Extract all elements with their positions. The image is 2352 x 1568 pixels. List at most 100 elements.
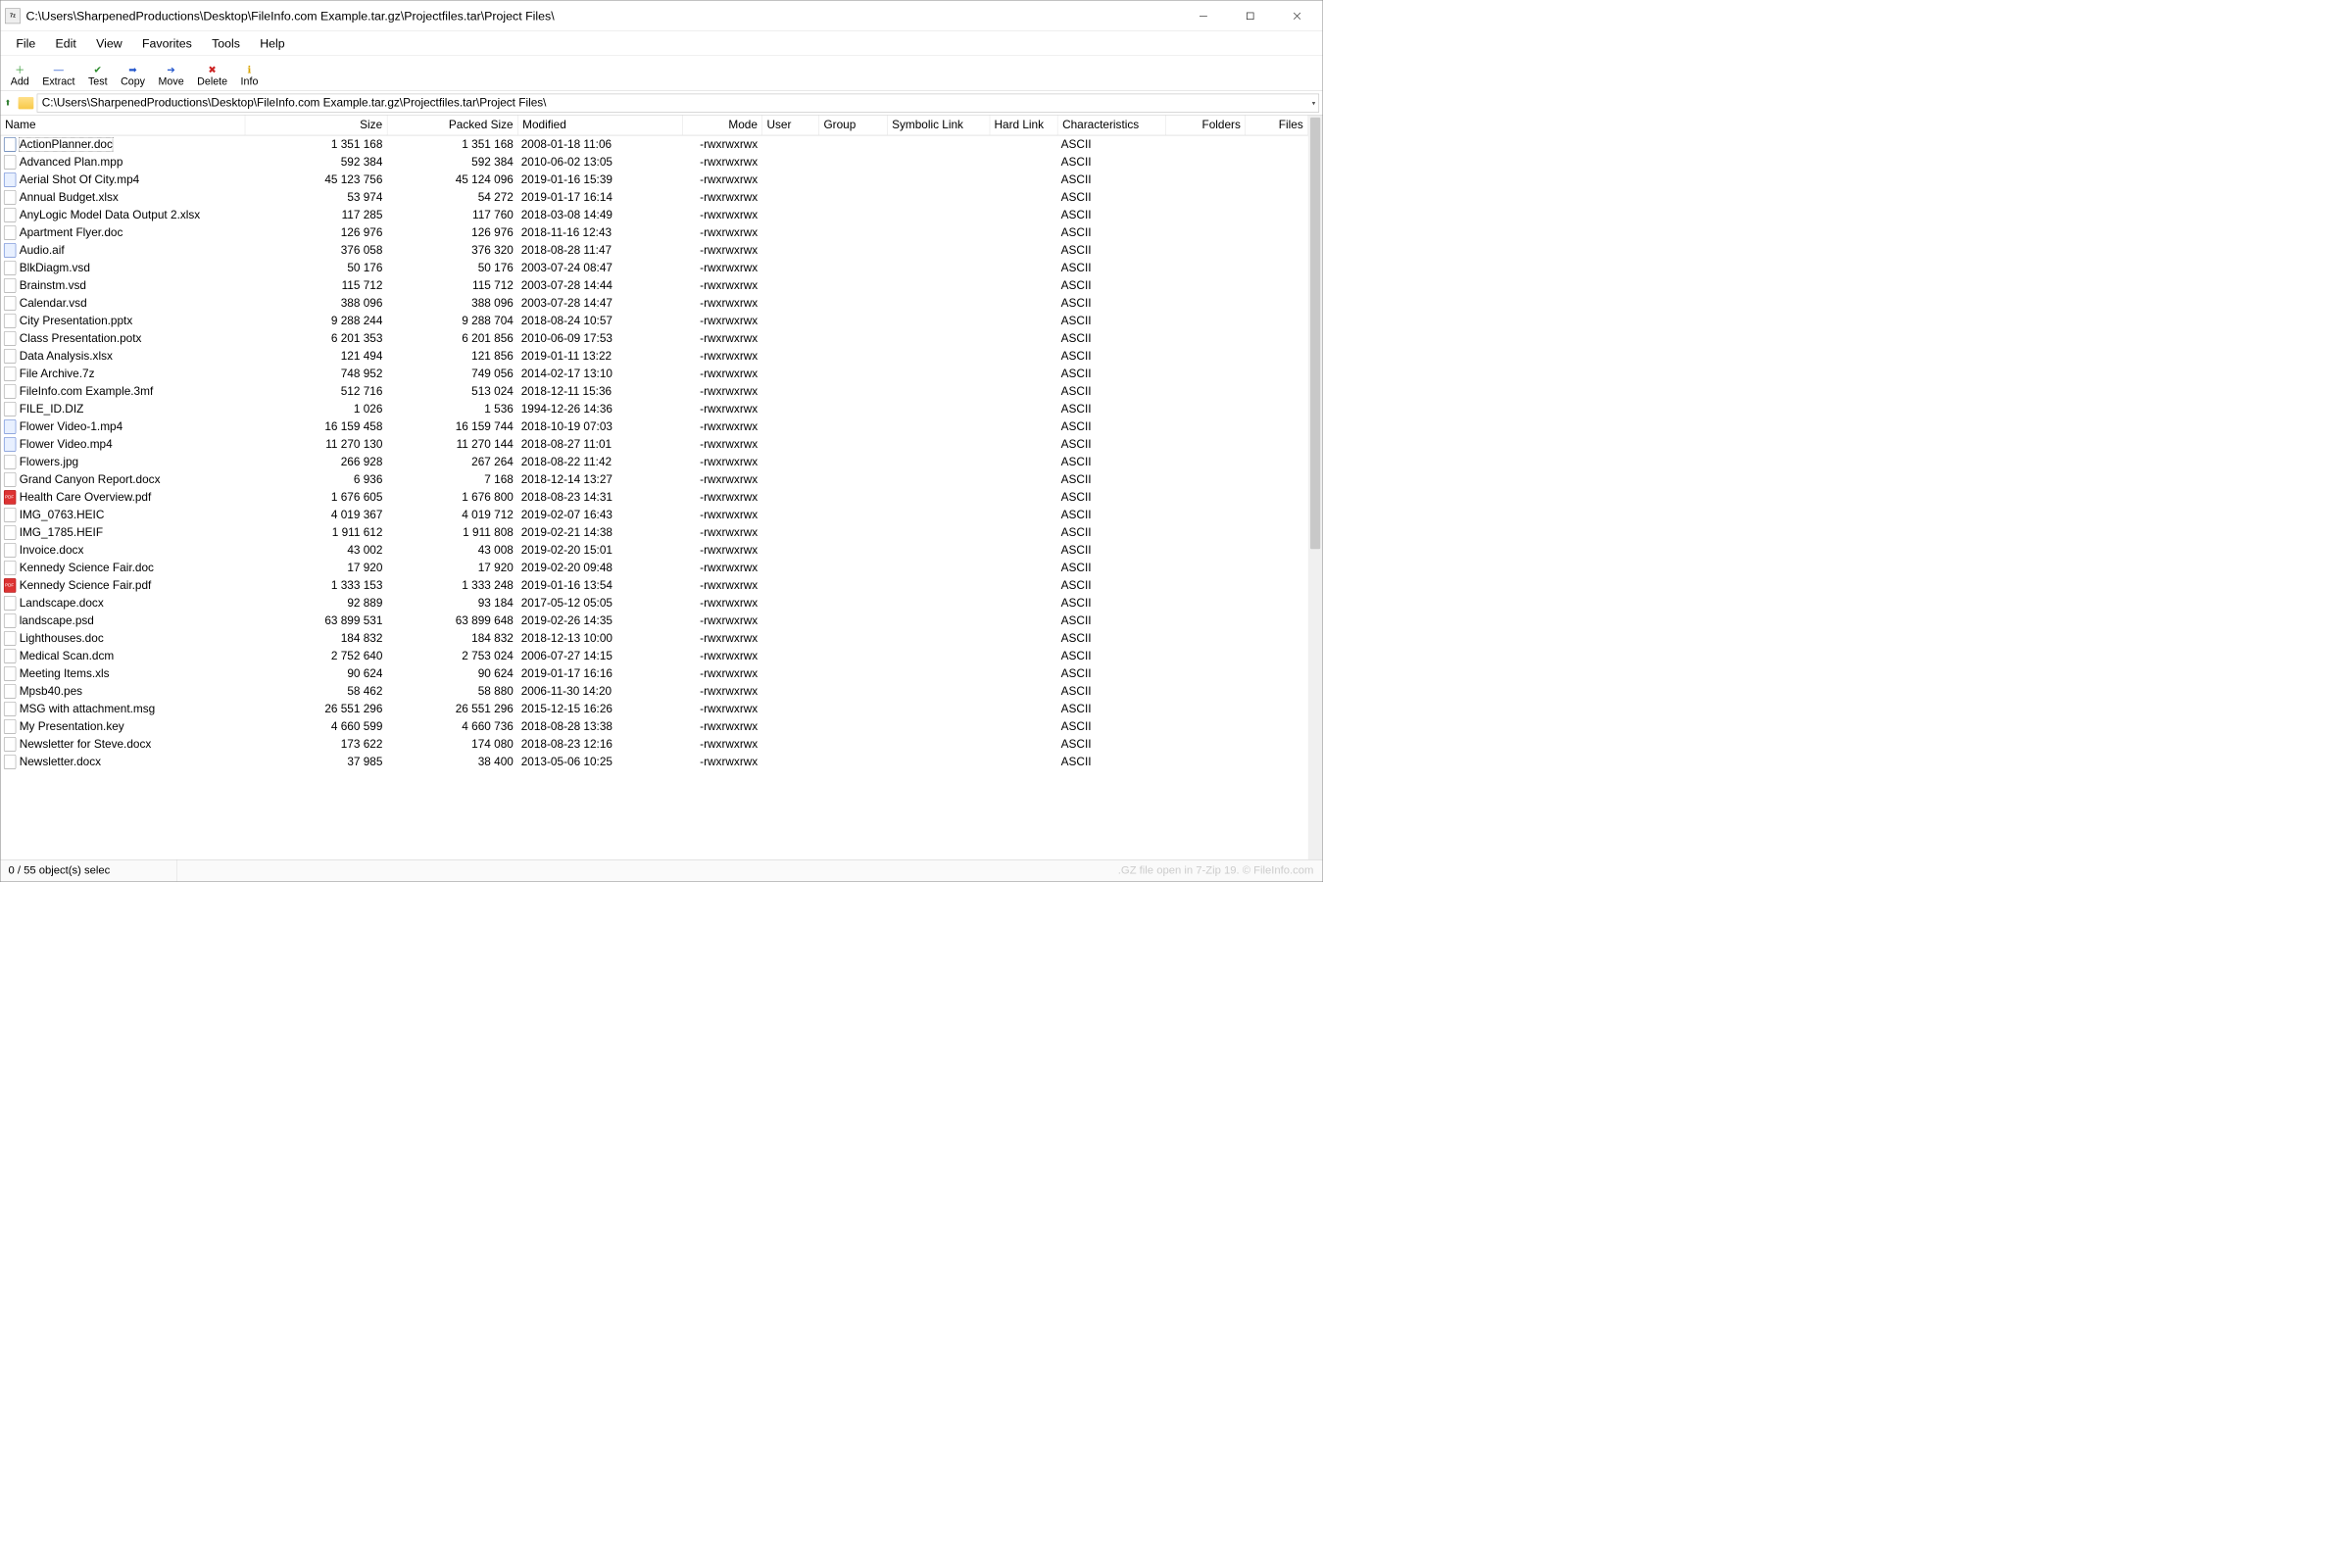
column-header-group[interactable]: Group — [819, 116, 888, 136]
scrollbar-thumb[interactable] — [1310, 118, 1320, 549]
column-header-user[interactable]: User — [762, 116, 819, 136]
file-row[interactable]: MSG with attachment.msg26 551 29626 551 … — [1, 700, 1308, 717]
file-row[interactable]: Brainstm.vsd115 712115 7122003-07-28 14:… — [1, 276, 1308, 294]
cell-characteristics: ASCII — [1057, 664, 1165, 682]
file-row[interactable]: Mpsb40.pes58 46258 8802006-11-30 14:20-r… — [1, 682, 1308, 700]
file-icon — [4, 455, 16, 469]
column-header-files[interactable]: Files — [1246, 116, 1308, 136]
cell-mode: -rwxrwxrwx — [683, 453, 762, 470]
menu-view[interactable]: View — [86, 32, 132, 53]
cell-group — [819, 382, 888, 400]
file-row[interactable]: ActionPlanner.doc1 351 1681 351 1682008-… — [1, 135, 1308, 153]
path-input[interactable]: C:\Users\SharpenedProductions\Desktop\Fi… — [37, 93, 1319, 112]
column-header-mode[interactable]: Mode — [683, 116, 762, 136]
file-row[interactable]: BlkDiagm.vsd50 17650 1762003-07-24 08:47… — [1, 259, 1308, 276]
chevron-down-icon[interactable]: ▾ — [1312, 99, 1315, 107]
file-row[interactable]: Apartment Flyer.doc126 976126 9762018-11… — [1, 223, 1308, 241]
file-row[interactable]: Meeting Items.xls90 62490 6242019-01-17 … — [1, 664, 1308, 682]
cell-symbolic-link — [887, 241, 989, 259]
file-row[interactable]: Advanced Plan.mpp592 384592 3842010-06-0… — [1, 153, 1308, 171]
menu-help[interactable]: Help — [250, 32, 295, 53]
toolbar-test-button[interactable]: ✔Test — [81, 62, 114, 89]
column-header-characteristics[interactable]: Characteristics — [1057, 116, 1165, 136]
file-row[interactable]: Kennedy Science Fair.pdf1 333 1531 333 2… — [1, 576, 1308, 594]
cell-characteristics: ASCII — [1057, 753, 1165, 770]
file-row[interactable]: Annual Budget.xlsx53 97454 2722019-01-17… — [1, 188, 1308, 206]
file-row[interactable]: Class Presentation.potx6 201 3536 201 85… — [1, 329, 1308, 347]
column-header-folders[interactable]: Folders — [1165, 116, 1245, 136]
cell-mode: -rwxrwxrwx — [683, 241, 762, 259]
file-name: FILE_ID.DIZ — [20, 403, 84, 416]
toolbar-info-button[interactable]: ℹInfo — [234, 62, 265, 89]
cell-size: 92 889 — [245, 594, 387, 612]
toolbar-move-button[interactable]: ➔Move — [152, 62, 191, 89]
file-row[interactable]: My Presentation.key4 660 5994 660 736201… — [1, 717, 1308, 735]
file-row[interactable]: Newsletter.docx37 98538 4002013-05-06 10… — [1, 753, 1308, 770]
menu-file[interactable]: File — [6, 32, 45, 53]
column-header-packed-size[interactable]: Packed Size — [387, 116, 517, 136]
file-row[interactable]: Grand Canyon Report.docx6 9367 1682018-1… — [1, 470, 1308, 488]
file-row[interactable]: File Archive.7z748 952749 0562014-02-17 … — [1, 365, 1308, 382]
cell-folders — [1165, 294, 1245, 312]
column-header-hard-link[interactable]: Hard Link — [990, 116, 1058, 136]
file-row[interactable]: Audio.aif376 058376 3202018-08-28 11:47-… — [1, 241, 1308, 259]
cell-packed-size: 58 880 — [387, 682, 517, 700]
cell-folders — [1165, 276, 1245, 294]
toolbar-delete-button[interactable]: ✖Delete — [190, 62, 233, 89]
file-row[interactable]: Landscape.docx92 88993 1842017-05-12 05:… — [1, 594, 1308, 612]
cell-files — [1246, 241, 1308, 259]
cell-folders — [1165, 700, 1245, 717]
menu-tools[interactable]: Tools — [202, 32, 250, 53]
column-header-modified[interactable]: Modified — [517, 116, 682, 136]
toolbar-add-button[interactable]: ＋Add — [4, 62, 36, 89]
file-row[interactable]: Calendar.vsd388 096388 0962003-07-28 14:… — [1, 294, 1308, 312]
file-name: Flower Video-1.mp4 — [20, 420, 122, 434]
column-header-size[interactable]: Size — [245, 116, 387, 136]
file-row[interactable]: Newsletter for Steve.docx173 622174 0802… — [1, 735, 1308, 753]
file-icon — [4, 684, 16, 699]
toolbar-extract-button[interactable]: —Extract — [35, 62, 81, 89]
file-row[interactable]: Lighthouses.doc184 832184 8322018-12-13 … — [1, 629, 1308, 647]
path-text: C:\Users\SharpenedProductions\Desktop\Fi… — [42, 96, 547, 110]
toolbar-copy-button[interactable]: ➡Copy — [114, 62, 151, 89]
file-row[interactable]: Health Care Overview.pdf1 676 6051 676 8… — [1, 488, 1308, 506]
menu-edit[interactable]: Edit — [45, 32, 86, 53]
column-header-symbolic-link[interactable]: Symbolic Link — [887, 116, 989, 136]
file-row[interactable]: IMG_0763.HEIC4 019 3674 019 7122019-02-0… — [1, 506, 1308, 523]
file-row[interactable]: Flower Video-1.mp416 159 45816 159 74420… — [1, 417, 1308, 435]
file-icon — [4, 596, 16, 611]
cell-packed-size: 115 712 — [387, 276, 517, 294]
file-row[interactable]: Invoice.docx43 00243 0082019-02-20 15:01… — [1, 541, 1308, 559]
cell-modified: 2018-11-16 12:43 — [517, 223, 682, 241]
file-name: Newsletter.docx — [20, 756, 101, 769]
cell-symbolic-link — [887, 294, 989, 312]
cell-hard-link — [990, 523, 1058, 541]
vertical-scrollbar[interactable] — [1308, 116, 1323, 859]
file-row[interactable]: Flowers.jpg266 928267 2642018-08-22 11:4… — [1, 453, 1308, 470]
file-row[interactable]: FileInfo.com Example.3mf512 716513 02420… — [1, 382, 1308, 400]
file-row[interactable]: Kennedy Science Fair.doc17 92017 9202019… — [1, 559, 1308, 576]
cell-user — [762, 400, 819, 417]
cell-files — [1246, 259, 1308, 276]
maximize-button[interactable] — [1227, 0, 1274, 31]
file-icon — [4, 419, 16, 434]
file-row[interactable]: Flower Video.mp411 270 13011 270 1442018… — [1, 435, 1308, 453]
column-header-name[interactable]: Name — [1, 116, 245, 136]
cell-folders — [1165, 382, 1245, 400]
cell-packed-size: 1 351 168 — [387, 135, 517, 153]
close-button[interactable] — [1273, 0, 1320, 31]
file-row[interactable]: landscape.psd63 899 53163 899 6482019-02… — [1, 612, 1308, 629]
file-row[interactable]: Data Analysis.xlsx121 494121 8562019-01-… — [1, 347, 1308, 365]
minimize-button[interactable] — [1180, 0, 1227, 31]
file-row[interactable]: AnyLogic Model Data Output 2.xlsx117 285… — [1, 206, 1308, 223]
cell-user — [762, 470, 819, 488]
file-row[interactable]: City Presentation.pptx9 288 2449 288 704… — [1, 312, 1308, 329]
cell-group — [819, 259, 888, 276]
cell-hard-link — [990, 223, 1058, 241]
up-button[interactable]: ⬆ — [1, 91, 16, 116]
file-row[interactable]: FILE_ID.DIZ1 0261 5361994-12-26 14:36-rw… — [1, 400, 1308, 417]
file-row[interactable]: Medical Scan.dcm2 752 6402 753 0242006-0… — [1, 647, 1308, 664]
menu-favorites[interactable]: Favorites — [132, 32, 202, 53]
file-row[interactable]: IMG_1785.HEIF1 911 6121 911 8082019-02-2… — [1, 523, 1308, 541]
file-row[interactable]: Aerial Shot Of City.mp445 123 75645 124 … — [1, 171, 1308, 188]
